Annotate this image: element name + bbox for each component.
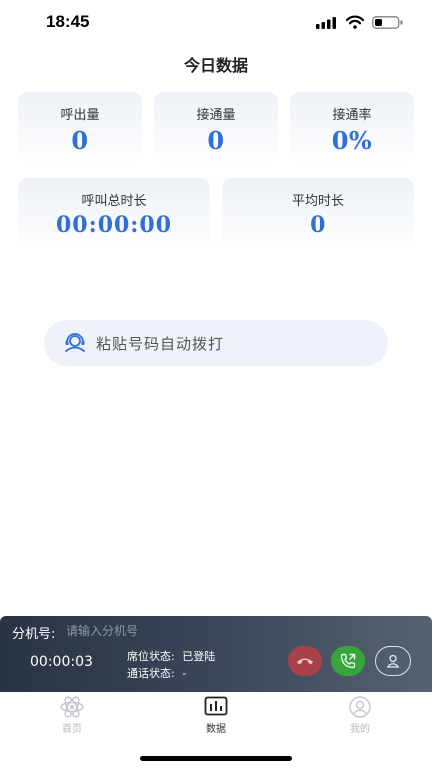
stat-card-avg-duration: 平均时长 0 xyxy=(222,178,414,250)
tab-mine[interactable]: 我的 xyxy=(315,696,405,735)
stat-card-connected: 接通量 0 xyxy=(154,92,278,164)
status-bar: 18:45 xyxy=(0,0,432,46)
headset-icon xyxy=(65,333,85,352)
tab-data[interactable]: 数据 xyxy=(171,696,261,735)
paste-dial-label: 粘贴号码自动拨打 xyxy=(96,334,225,353)
stat-card-calls-out: 呼出量 0 xyxy=(18,92,142,164)
tab-home[interactable]: 首页 xyxy=(27,696,117,735)
stat-value: 0 xyxy=(71,126,89,155)
stat-card-total-duration: 呼叫总时长 00:00:00 xyxy=(18,178,210,250)
wifi-icon xyxy=(346,15,364,29)
call-timer: 00:00:03 xyxy=(30,654,93,670)
hangup-button[interactable] xyxy=(288,646,322,676)
call-status-label: 通话状态: xyxy=(127,667,175,680)
stat-label: 接通量 xyxy=(196,108,236,123)
call-status: 通话状态: - xyxy=(127,665,186,681)
status-time: 18:45 xyxy=(46,12,90,31)
stat-value: 00:00:00 xyxy=(55,212,173,238)
extension-label: 分机号: xyxy=(12,627,56,642)
stat-value: 0 xyxy=(207,126,225,155)
call-status-value: - xyxy=(182,667,187,680)
extension-input[interactable] xyxy=(66,621,266,641)
home-indicator xyxy=(140,756,292,761)
stat-value: 0% xyxy=(331,126,373,155)
stat-label: 呼出量 xyxy=(60,108,100,123)
stat-label: 平均时长 xyxy=(291,194,344,209)
phone-answer-icon xyxy=(340,653,356,669)
tab-label: 首页 xyxy=(62,724,82,735)
tab-label: 我的 xyxy=(350,724,370,735)
tab-bar: 首页 数据 我的 xyxy=(0,692,432,742)
page-title: 今日数据 xyxy=(183,56,248,75)
tab-label: 数据 xyxy=(206,724,226,735)
user-icon xyxy=(386,654,400,668)
user-circle-icon xyxy=(349,696,371,718)
signal-icon xyxy=(316,17,336,29)
paste-dial-button[interactable]: 粘贴号码自动拨打 xyxy=(44,320,388,366)
seat-status: 席位状态: 已登陆 xyxy=(127,648,215,664)
seat-status-value: 已登陆 xyxy=(182,650,216,663)
seat-status-label: 席位状态: xyxy=(127,650,175,663)
contact-button[interactable] xyxy=(375,646,411,676)
atom-icon xyxy=(60,696,84,718)
stat-card-connect-rate: 接通率 0% xyxy=(290,92,414,164)
battery-icon xyxy=(372,16,403,29)
chart-icon xyxy=(204,696,228,716)
stat-label: 呼叫总时长 xyxy=(81,194,147,209)
stat-label: 接通率 xyxy=(332,108,372,123)
phone-hangup-icon xyxy=(297,658,313,665)
answer-button[interactable] xyxy=(331,646,365,676)
stat-value: 0 xyxy=(310,212,326,238)
call-control-bar: 分机号: 00:00:03 席位状态: 已登陆 通话状态: - xyxy=(0,616,432,692)
